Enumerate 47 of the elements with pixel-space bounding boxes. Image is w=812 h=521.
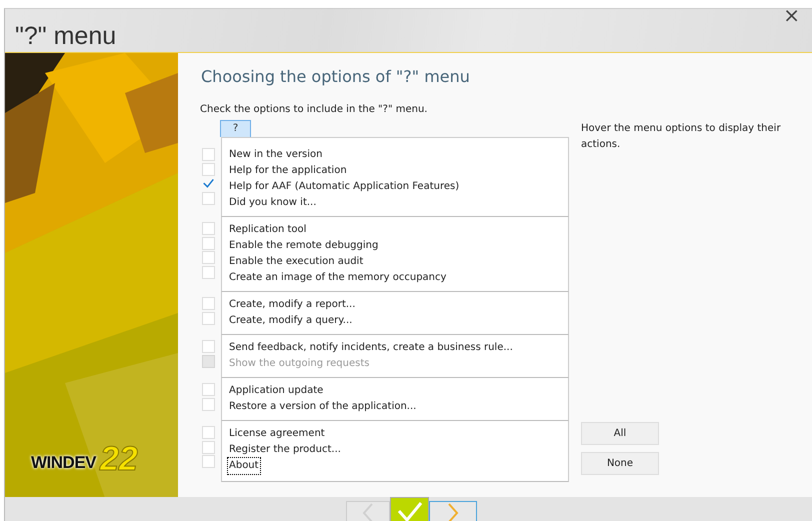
select-all-button[interactable]: All — [581, 422, 659, 445]
option-label[interactable]: Restore a version of the application... — [228, 398, 418, 415]
option-label[interactable]: Application update — [228, 382, 324, 399]
close-button[interactable]: × — [779, 3, 804, 27]
option-label[interactable]: Register the product... — [228, 442, 342, 458]
option-label[interactable]: Enable the remote debugging — [228, 238, 380, 254]
checkbox[interactable] — [202, 440, 215, 454]
checkbox[interactable] — [202, 266, 215, 279]
checkbox[interactable] — [202, 222, 215, 236]
option-label[interactable]: Create an image of the memory occupancy — [228, 270, 448, 286]
page-heading: Choosing the options of "?" menu — [201, 67, 471, 88]
window-title: "?" menu — [14, 24, 116, 52]
option-label[interactable]: About — [228, 458, 260, 474]
option-label[interactable]: Create, modify a report... — [228, 296, 356, 313]
option-label[interactable]: New in the version — [228, 146, 324, 163]
select-none-button[interactable]: None — [581, 452, 659, 475]
checkbox[interactable] — [202, 297, 215, 310]
checkbox[interactable] — [202, 177, 215, 190]
option-label[interactable]: Create, modify a query... — [228, 312, 354, 329]
chevron-left-icon — [362, 503, 373, 521]
finish-button[interactable] — [390, 497, 429, 521]
next-button[interactable] — [429, 501, 477, 521]
menu-tab[interactable]: ? — [220, 120, 251, 137]
checkbox[interactable] — [202, 192, 215, 205]
checkbox[interactable] — [202, 162, 215, 176]
checkbox[interactable] — [202, 251, 215, 264]
option-label[interactable]: Did you know it... — [228, 194, 318, 211]
checkbox[interactable] — [202, 455, 215, 468]
option-label[interactable]: Send feedback, notify incidents, create a business rule... — [228, 340, 514, 356]
checkbox[interactable] — [202, 398, 215, 411]
checkmark-icon — [397, 502, 422, 521]
logo-name: WINDEV — [31, 452, 96, 474]
logo-version: 22 — [100, 444, 138, 475]
option-label[interactable]: Help for the application — [228, 162, 348, 179]
checkbox[interactable] — [202, 340, 215, 354]
checkbox[interactable] — [202, 148, 215, 162]
option-label[interactable]: Enable the execution audit — [228, 254, 364, 270]
instruction-text: Check the options to include in the "?" menu. — [200, 102, 428, 117]
option-label[interactable]: Replication tool — [228, 222, 308, 238]
checkbox[interactable] — [202, 426, 215, 440]
checkbox[interactable] — [202, 236, 215, 250]
option-label[interactable]: Help for AAF (Automatic Application Features) — [228, 178, 460, 195]
checkbox[interactable] — [202, 312, 215, 325]
checkbox[interactable] — [202, 383, 215, 396]
option-label[interactable]: License agreement — [228, 426, 326, 442]
hint-text: Hover the menu options to display their actions. — [581, 122, 782, 152]
chevron-right-icon — [448, 503, 458, 521]
